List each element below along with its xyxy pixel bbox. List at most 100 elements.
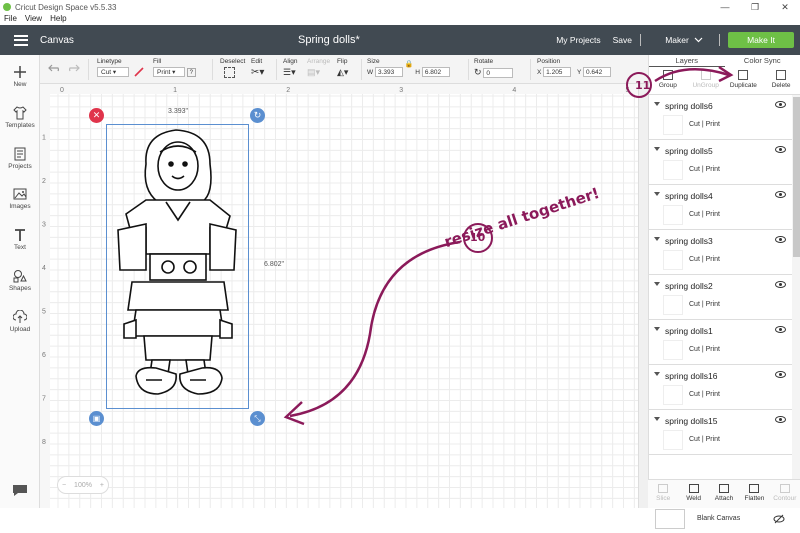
redo-icon[interactable] (66, 63, 80, 73)
caret-down-icon[interactable] (654, 327, 660, 331)
make-it-button[interactable]: Make It (728, 32, 794, 48)
flatten-icon (749, 484, 759, 493)
fill-group: Fill Print ▾ ? (153, 58, 196, 77)
menu-view[interactable]: View (25, 14, 42, 25)
shapes-button[interactable]: Shapes (0, 269, 40, 292)
machine-select[interactable]: Maker (649, 35, 719, 45)
layer-row[interactable]: spring dolls2Cut | Print (649, 275, 792, 320)
fill-select[interactable]: Print ▾ (153, 67, 185, 77)
arrange-label: Arrange (307, 58, 330, 65)
layers-scrollbar[interactable] (792, 95, 800, 503)
text-button[interactable]: Text (0, 228, 40, 251)
menu-file[interactable]: File (4, 14, 17, 25)
attach-icon (719, 484, 729, 493)
maximize-button[interactable]: ❐ (740, 0, 770, 14)
caret-down-icon[interactable] (654, 147, 660, 151)
text-icon (13, 228, 27, 242)
linetype-color-swatch-icon[interactable] (134, 67, 144, 77)
layer-row[interactable]: spring dolls3Cut | Print (649, 230, 792, 275)
attach-label: Attach (715, 495, 733, 502)
edit-group[interactable]: Edit ✂▾ (251, 58, 264, 78)
rotate-icon[interactable]: ↻ (474, 67, 482, 77)
templates-button[interactable]: Templates (0, 106, 40, 129)
layer-row[interactable]: spring dolls5Cut | Print (649, 140, 792, 185)
chat-icon[interactable] (11, 483, 29, 497)
layer-operations: Cut | Print (689, 166, 720, 173)
caret-down-icon[interactable] (654, 372, 660, 376)
caret-down-icon[interactable] (654, 282, 660, 286)
layer-row[interactable]: spring dolls16Cut | Print (649, 365, 792, 410)
layer-row[interactable]: spring dolls4Cut | Print (649, 185, 792, 230)
layer-row[interactable]: spring dolls1Cut | Print (649, 320, 792, 365)
align-group[interactable]: Align ☰▾ (283, 58, 297, 78)
layers-scroll-thumb[interactable] (793, 97, 800, 257)
contour-button[interactable]: Contour (770, 480, 800, 508)
linetype-select[interactable]: Cut ▾ (97, 67, 129, 77)
eye-icon[interactable] (775, 281, 786, 288)
upload-button[interactable]: Upload (0, 310, 40, 333)
rotate-input[interactable]: 0 (483, 68, 513, 78)
layer-operations: Cut | Print (689, 346, 720, 353)
layer-thumbnail (663, 385, 683, 405)
caret-down-icon[interactable] (654, 192, 660, 196)
width-input[interactable]: 3.393 (375, 67, 403, 77)
lock-icon[interactable]: 🔒 (405, 61, 414, 68)
flatten-button[interactable]: Flatten (739, 480, 769, 508)
eye-icon[interactable] (775, 191, 786, 198)
design-canvas[interactable]: 01234512345678 3.393" 6.802" ✕ ↻ ▣ ⤡ (40, 84, 638, 508)
eye-icon[interactable] (775, 101, 786, 108)
images-label: Images (9, 203, 30, 210)
layer-row[interactable]: spring dolls15 Cut | Print (649, 410, 792, 455)
fill-pattern-icon[interactable]: ? (187, 68, 196, 77)
weld-button[interactable]: Weld (678, 480, 708, 508)
attach-button[interactable]: Attach (709, 480, 739, 508)
delete-button[interactable]: Delete (762, 67, 800, 94)
arrange-group[interactable]: Arrange ▤▾ (307, 58, 330, 78)
layer-thumbnail (663, 295, 683, 315)
templates-label: Templates (5, 122, 35, 129)
y-input[interactable]: 0.642 (583, 67, 611, 77)
machine-label: Maker (665, 35, 689, 45)
eye-icon[interactable] (775, 236, 786, 243)
layer-operations: Cut | Print (689, 436, 720, 443)
slice-button[interactable]: Slice (648, 480, 678, 508)
contour-label: Contour (773, 495, 796, 502)
caret-down-icon[interactable] (654, 237, 660, 241)
eye-icon[interactable] (775, 326, 786, 333)
eye-icon[interactable] (775, 371, 786, 378)
layer-name: spring dolls16 (665, 371, 717, 381)
slice-label: Slice (656, 495, 670, 502)
layers-panel: Layers Color Sync Group UnGroup Duplicat… (648, 55, 800, 508)
x-input[interactable]: 1.205 (543, 67, 571, 77)
projects-button[interactable]: Projects (0, 147, 40, 170)
canvas-scrollbar[interactable] (638, 84, 648, 508)
image-icon (13, 187, 27, 201)
rotate-group: Rotate ↻ 0 (474, 58, 513, 78)
new-button[interactable]: New (0, 65, 40, 88)
my-projects-link[interactable]: My Projects (556, 35, 600, 45)
menu-help[interactable]: Help (50, 14, 66, 25)
flip-group[interactable]: Flip ◭▾ (337, 58, 348, 78)
linetype-value: Cut (101, 69, 111, 76)
blank-canvas-swatch[interactable] (655, 509, 685, 529)
close-button[interactable]: ✕ (770, 0, 800, 14)
layer-name: spring dolls15 (665, 416, 717, 426)
hamburger-menu-icon[interactable] (14, 35, 28, 46)
toolbar-divider (530, 59, 531, 80)
delete-label: Delete (772, 82, 791, 89)
eye-icon[interactable] (775, 416, 786, 423)
position-label: Position (537, 58, 611, 65)
undo-icon[interactable] (48, 63, 62, 73)
save-link[interactable]: Save (613, 35, 632, 45)
edit-toolbar: Linetype Cut ▾ Fill Print ▾ ? Deselect E… (0, 55, 648, 84)
projects-label: Projects (8, 163, 31, 170)
eye-icon[interactable] (775, 146, 786, 153)
caret-down-icon[interactable] (654, 417, 660, 421)
height-input[interactable]: 6.802 (422, 67, 450, 77)
flatten-label: Flatten (744, 495, 764, 502)
minimize-button[interactable]: — (710, 0, 740, 14)
eye-hidden-icon[interactable] (773, 514, 785, 524)
deselect-group[interactable]: Deselect (220, 58, 245, 78)
images-button[interactable]: Images (0, 187, 40, 210)
toolbar-divider (276, 59, 277, 80)
